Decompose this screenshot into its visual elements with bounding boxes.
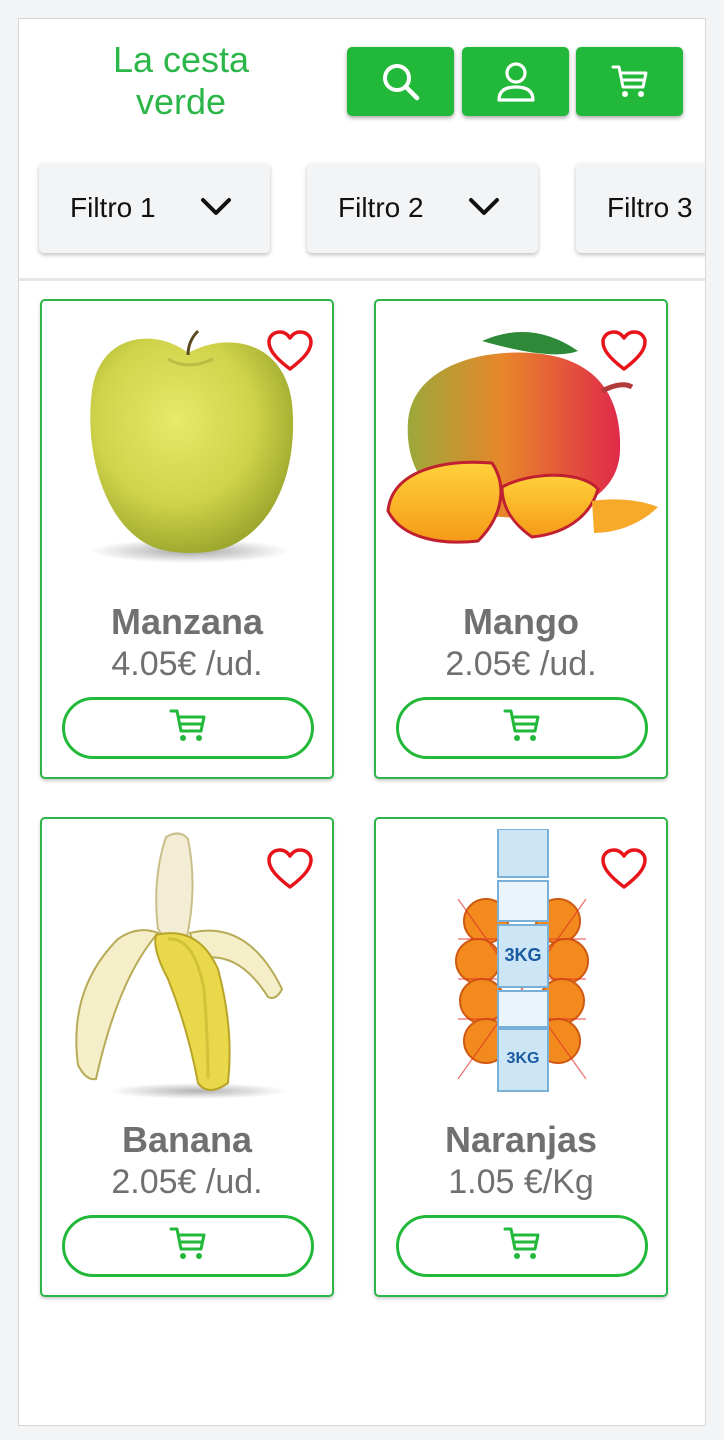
account-button[interactable]	[462, 47, 569, 116]
product-price: 4.05€ /ud.	[111, 645, 263, 683]
product-card: Mango 2.05€ /ud.	[374, 299, 668, 779]
filter-dropdown-3[interactable]: Filtro 3	[576, 163, 705, 253]
product-name: Manzana	[110, 601, 264, 642]
add-to-cart-button[interactable]	[396, 697, 648, 759]
filter-label: Filtro 2	[338, 192, 424, 223]
filter-label: Filtro 3	[607, 192, 693, 223]
cart-icon	[610, 63, 650, 101]
cart-icon	[502, 1225, 542, 1268]
search-button[interactable]	[347, 47, 454, 116]
product-price: 2.05€ /ud.	[111, 1163, 263, 1201]
cart-icon	[168, 707, 208, 750]
product-card: Banana 2.05€ /ud.	[40, 817, 334, 1297]
product-price: 1.05 €/Kg	[448, 1163, 594, 1201]
svg-text:3KG: 3KG	[507, 1050, 540, 1067]
heart-icon[interactable]	[266, 329, 314, 378]
product-price: 2.05€ /ud.	[445, 645, 597, 683]
filter-dropdown-1[interactable]: Filtro 1	[39, 163, 270, 253]
add-to-cart-button[interactable]	[62, 697, 314, 759]
product-card: 3KG 3KG Naranjas 1.05 €/Kg	[374, 817, 668, 1297]
svg-text:3KG: 3KG	[504, 945, 541, 965]
add-to-cart-button[interactable]	[396, 1215, 648, 1277]
chevron-down-icon	[468, 196, 500, 223]
user-icon	[495, 60, 537, 104]
cart-icon	[502, 707, 542, 750]
filter-label: Filtro 1	[70, 192, 156, 223]
logo[interactable]: La cesta verde	[91, 39, 271, 123]
app-frame: La cesta verde Filtro 1 Filtro 2 Filtro …	[18, 18, 706, 1426]
product-name: Mango	[463, 601, 579, 642]
cart-button[interactable]	[576, 47, 683, 116]
heart-icon[interactable]	[600, 329, 648, 378]
filter-dropdown-2[interactable]: Filtro 2	[307, 163, 538, 253]
product-card: Manzana 4.05€ /ud.	[40, 299, 334, 779]
cart-icon	[168, 1225, 208, 1268]
heart-icon[interactable]	[266, 847, 314, 896]
heart-icon[interactable]	[600, 847, 648, 896]
product-name: Naranjas	[444, 1119, 598, 1160]
add-to-cart-button[interactable]	[62, 1215, 314, 1277]
header: La cesta verde Filtro 1 Filtro 2 Filtro …	[19, 19, 705, 281]
search-icon	[380, 61, 422, 103]
chevron-down-icon	[200, 196, 232, 223]
product-name: Banana	[121, 1119, 253, 1160]
